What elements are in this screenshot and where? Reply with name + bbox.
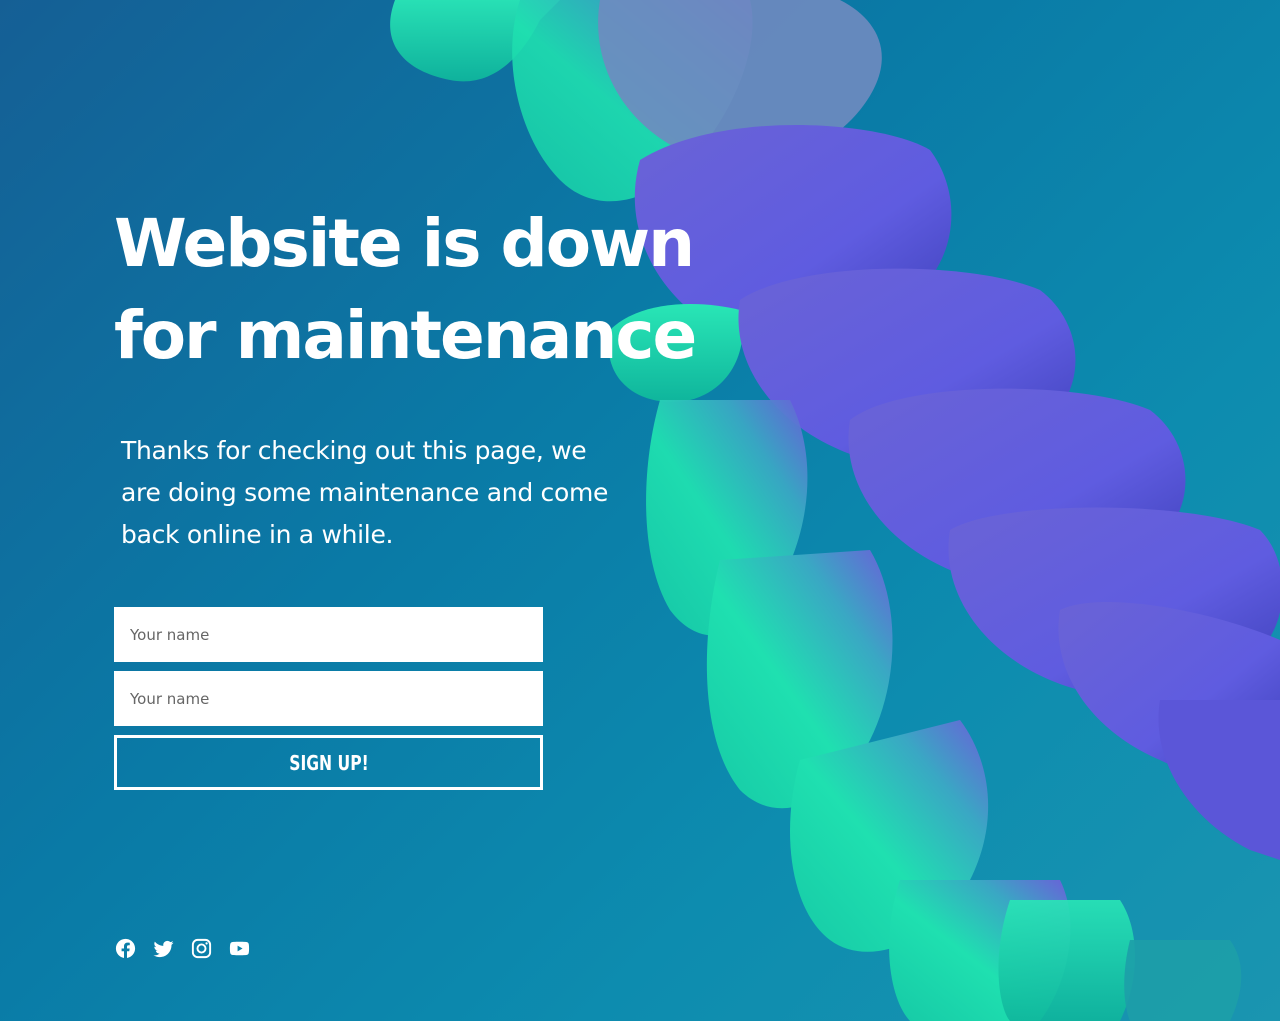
- twitter-icon[interactable]: [152, 937, 175, 960]
- facebook-icon[interactable]: [114, 937, 137, 960]
- name-field[interactable]: [114, 607, 543, 662]
- sign-up-button-label: SIGN UP!: [288, 750, 369, 775]
- page-title-line-2: for maintenance: [114, 297, 697, 374]
- youtube-icon[interactable]: [228, 937, 251, 960]
- page-subtitle: Thanks for checking out this page, we ar…: [121, 436, 609, 549]
- instagram-icon[interactable]: [190, 937, 213, 960]
- second-name-field[interactable]: [114, 671, 543, 726]
- page-title-line-1: Website is down: [114, 205, 695, 282]
- page-title: Website is down for maintenance: [114, 198, 734, 382]
- social-links: [114, 937, 251, 960]
- sign-up-button[interactable]: SIGN UP!: [114, 735, 543, 790]
